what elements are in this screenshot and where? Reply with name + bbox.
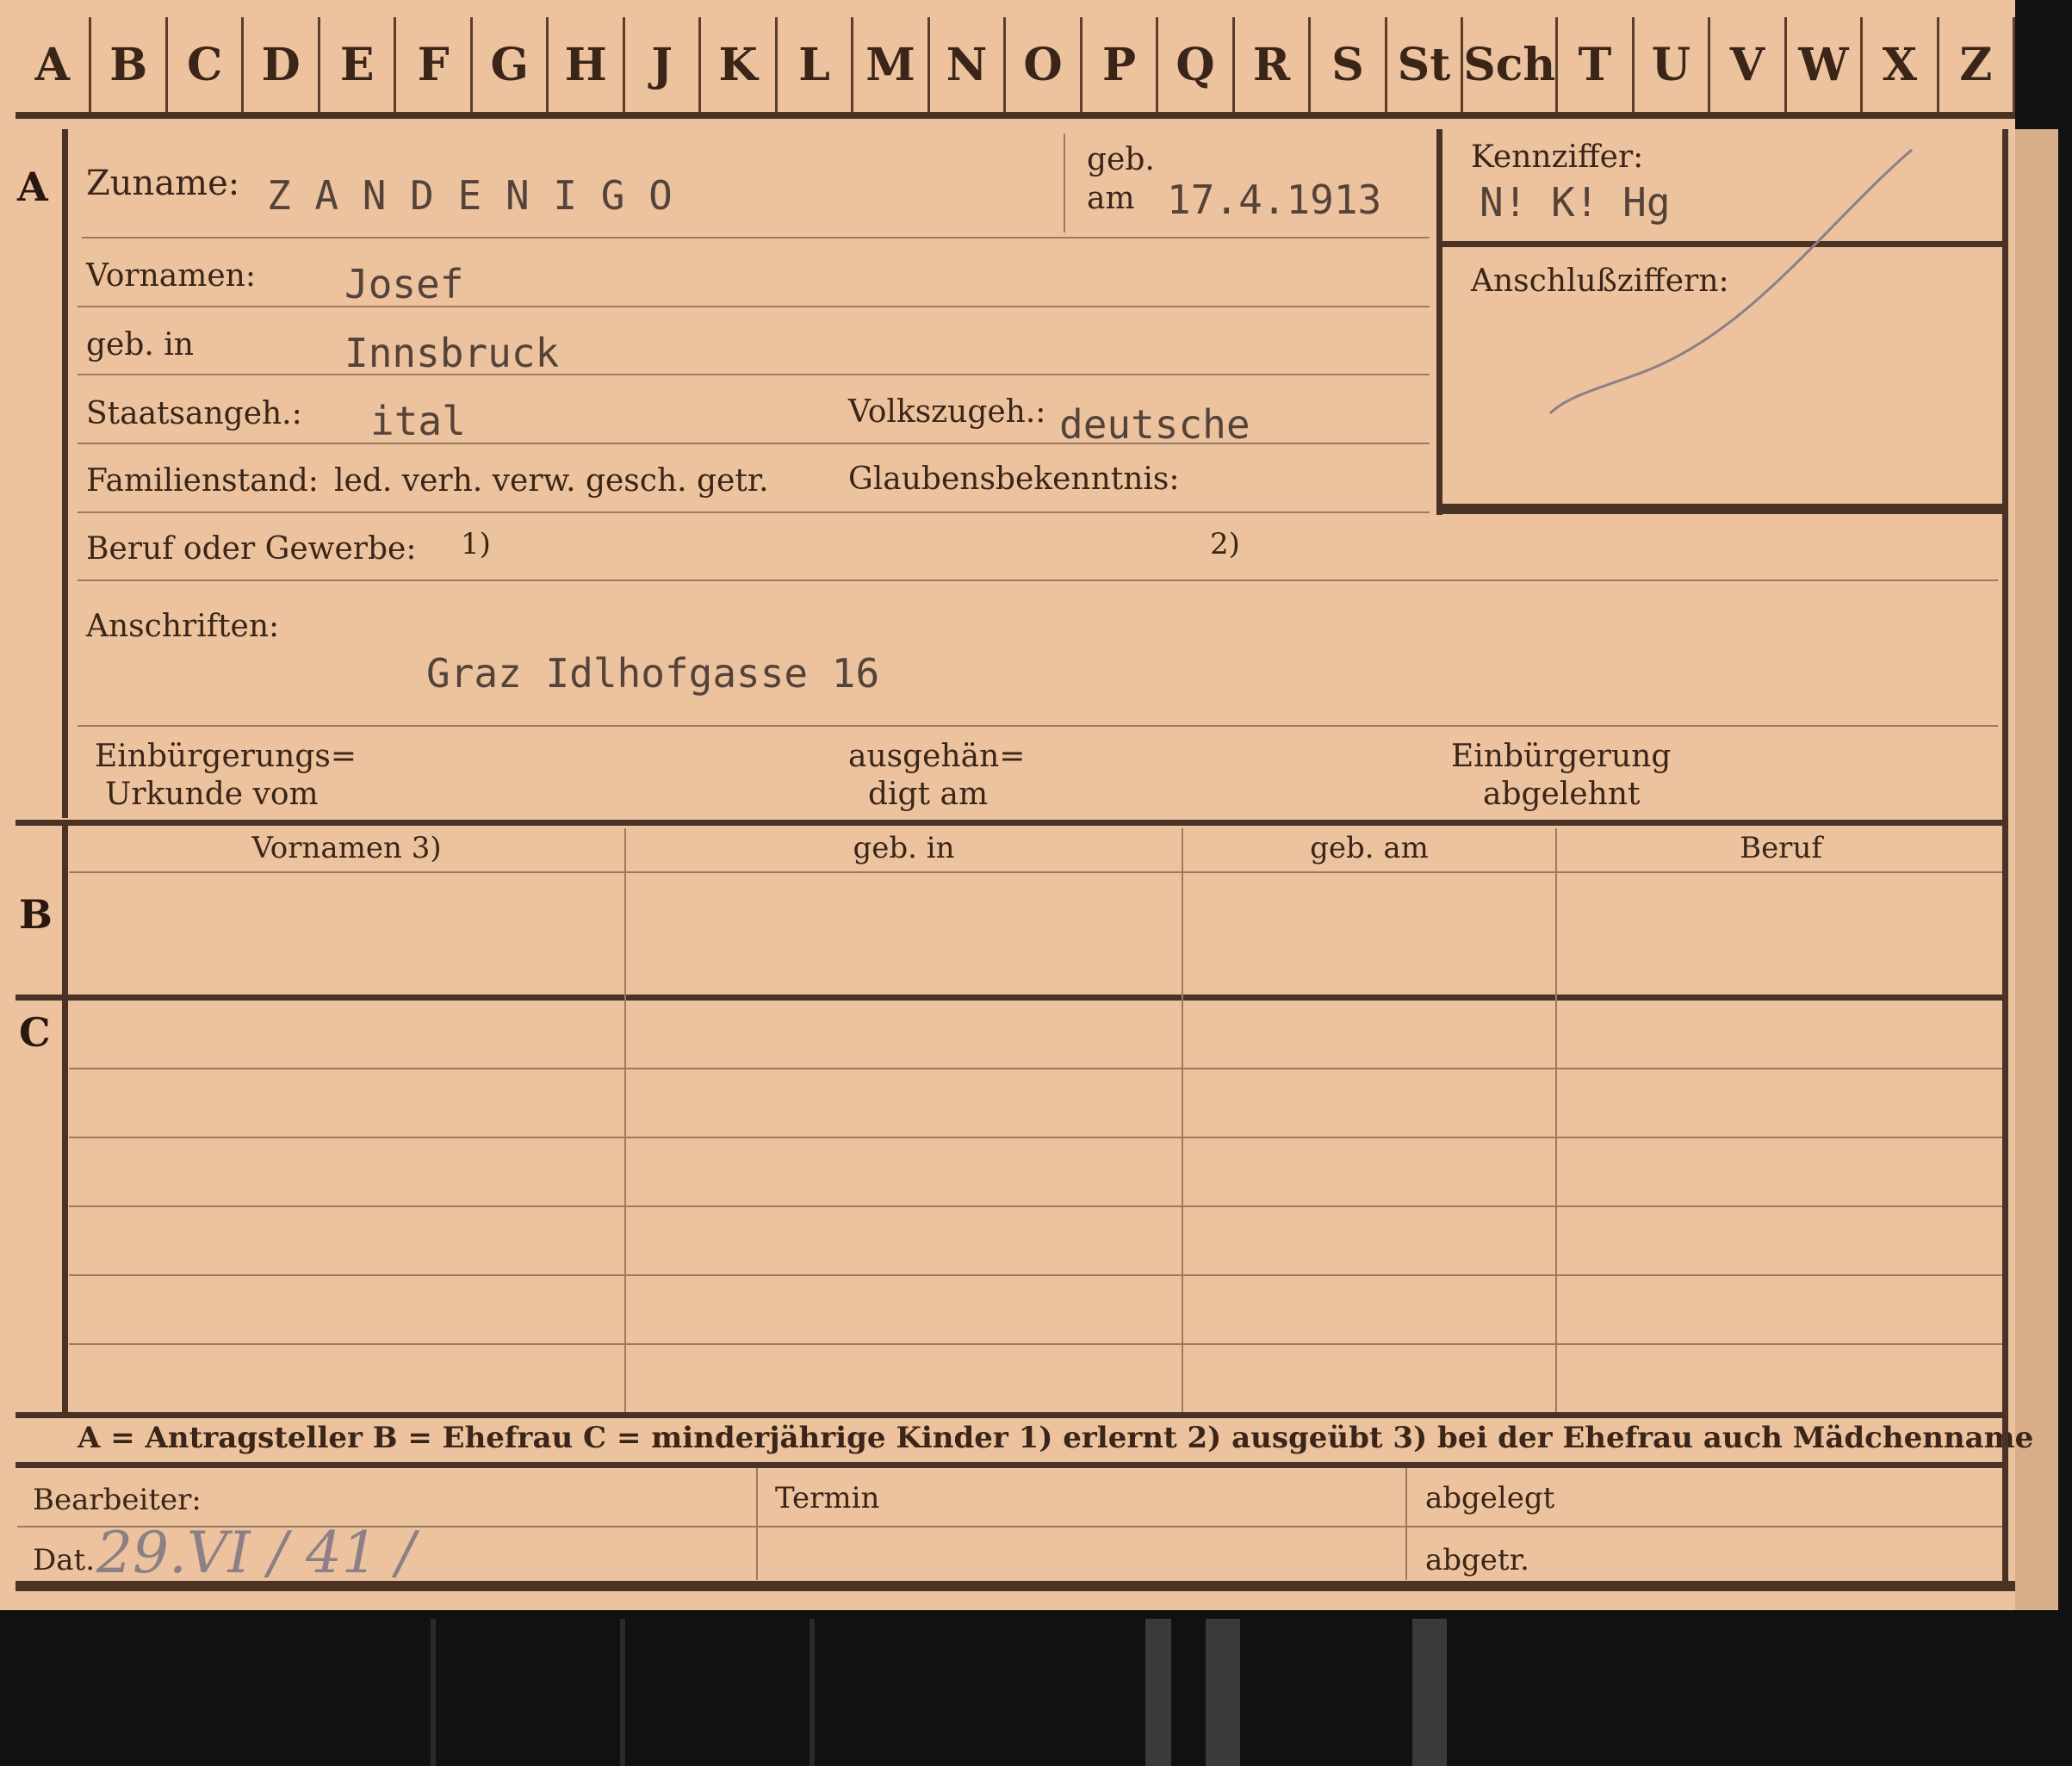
- registration-card: A B C D E F G H J K L M N O P Q R S St Sch T U V W X Z A Zuname: …: [0, 0, 2033, 1610]
- card-right-border: [2002, 129, 2008, 1589]
- alpha-tab: K: [701, 17, 778, 112]
- dat-label: Dat.: [33, 1543, 96, 1577]
- alpha-tab: F: [396, 17, 473, 112]
- rule: [69, 1343, 2002, 1345]
- einbuergerung-label-2: abgelehnt: [1483, 777, 1641, 812]
- ausgehaen-label-1: ausgehän=: [848, 739, 1026, 774]
- alpha-tab: Z: [1939, 17, 2016, 112]
- alpha-tab: X: [1863, 17, 1939, 112]
- beruf-label: Beruf oder Gewerbe:: [86, 531, 417, 567]
- alpha-tab: A: [16, 17, 92, 112]
- alpha-tab: N: [930, 17, 1007, 112]
- col-vornamen: Vornamen 3): [251, 831, 442, 865]
- alpha-tab: D: [244, 17, 320, 112]
- alpha-tab: St: [1387, 17, 1464, 112]
- alpha-tab: J: [625, 17, 702, 112]
- section-bc-border: [62, 820, 68, 1414]
- anschriften-value: Graz Idlhofgasse 16: [426, 650, 880, 697]
- alpha-tab: O: [1006, 17, 1083, 112]
- einbuergerung-label-1: Einbürgerung: [1451, 739, 1672, 774]
- kennziffer-border: [1436, 129, 1442, 515]
- section-c-letter: C: [19, 1009, 51, 1056]
- alpha-tab: W: [1787, 17, 1864, 112]
- glaubens-label: Glaubensbekenntnis:: [848, 462, 1180, 497]
- familienstand-label: Familienstand:: [86, 463, 319, 499]
- alpha-tab: B: [91, 17, 168, 112]
- alpha-tab: V: [1710, 17, 1787, 112]
- rule: [78, 443, 1430, 444]
- col-divider: [624, 828, 626, 1414]
- alpha-tab: C: [168, 17, 245, 112]
- rule: [69, 1137, 2002, 1138]
- alpha-tab: E: [320, 17, 397, 112]
- rule: [82, 237, 1430, 239]
- legend-top: [16, 1412, 2007, 1418]
- kennziffer-bottom: [1436, 504, 2005, 514]
- volkszugeh-value: deutsche: [1059, 401, 1250, 448]
- rule: [78, 374, 1430, 375]
- alpha-tab: Sch: [1463, 17, 1559, 112]
- legend: A = Antragsteller B = Ehefrau C = minder…: [78, 1421, 2034, 1455]
- alpha-tab: P: [1083, 17, 1159, 112]
- alpha-tab: Q: [1158, 17, 1235, 112]
- divider: [1064, 133, 1065, 232]
- alpha-tab: G: [473, 17, 549, 112]
- abgetr-label: abgetr.: [1425, 1543, 1529, 1577]
- geb-in-value: Innsbruck: [344, 330, 560, 376]
- geb-label: geb.: [1087, 142, 1155, 177]
- rule: [78, 579, 1998, 581]
- staatsangeh-value: ital: [370, 398, 466, 444]
- zuname-label: Zuname:: [86, 164, 240, 203]
- beruf-mark-1: 1): [461, 527, 491, 561]
- geb-in-label: geb. in: [86, 327, 194, 362]
- section-b-top: [16, 820, 2007, 826]
- alpha-tab: U: [1635, 17, 1711, 112]
- vornamen-value: Josef: [344, 261, 464, 307]
- staatsangeh-label: Staatsangeh.:: [86, 396, 302, 431]
- rule: [78, 306, 1430, 307]
- beruf-mark-2: 2): [1210, 527, 1240, 561]
- anschriften-label: Anschriften:: [86, 609, 280, 644]
- alpha-tab: H: [549, 17, 625, 112]
- geb-am-value: 17.4.1913: [1167, 177, 1382, 223]
- section-a-letter: A: [17, 164, 48, 210]
- alpha-tab: M: [853, 17, 930, 112]
- termin-label: Termin: [775, 1481, 880, 1515]
- col-divider: [1555, 828, 1557, 1414]
- footer-divider: [756, 1468, 758, 1580]
- rule: [69, 1205, 2002, 1207]
- section-c-top: [16, 995, 2007, 1001]
- rule: [69, 1068, 2002, 1069]
- col-geb-in: geb. in: [853, 831, 955, 865]
- familienstand-options: led. verh. verw. gesch. getr.: [334, 463, 769, 499]
- einbuergerungs-label-2: Urkunde vom: [105, 777, 319, 812]
- volkszugeh-label: Volkszugeh.:: [848, 394, 1046, 430]
- dat-value: 29.VI / 41 /: [96, 1520, 416, 1586]
- alpha-tab: R: [1235, 17, 1312, 112]
- col-divider: [1182, 828, 1183, 1414]
- am-label: am: [1087, 181, 1135, 216]
- alpha-tab: L: [778, 17, 854, 112]
- legend-bottom: [16, 1462, 2007, 1468]
- alpha-tab: T: [1558, 17, 1635, 112]
- alpha-tab: S: [1311, 17, 1387, 112]
- rule: [78, 725, 1998, 727]
- bearbeiter-label: Bearbeiter:: [33, 1483, 202, 1517]
- col-beruf: Beruf: [1740, 831, 1822, 865]
- ausgehaen-label-2: digt am: [868, 777, 989, 812]
- pencil-stroke: [1548, 148, 1913, 415]
- section-b-letter: B: [19, 891, 53, 938]
- rule: [69, 1274, 2002, 1276]
- col-geb-am: geb. am: [1310, 831, 1429, 865]
- card-bottom-border: [16, 1581, 2015, 1591]
- footer-divider: [1405, 1468, 1407, 1580]
- alphabet-tabs: A B C D E F G H J K L M N O P Q R S St Sch T U V W X Z: [16, 17, 2016, 119]
- einbuergerungs-label-1: Einbürgerungs=: [95, 739, 357, 774]
- section-a-border: [62, 129, 68, 818]
- zuname-value: Z A N D E N I G O: [267, 172, 673, 219]
- rule: [69, 871, 2002, 873]
- vornamen-label: Vornamen:: [86, 258, 256, 294]
- rule: [78, 511, 1430, 513]
- abgelegt-label: abgelegt: [1425, 1481, 1555, 1515]
